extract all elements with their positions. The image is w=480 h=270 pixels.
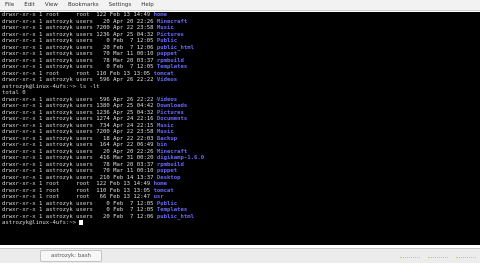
line-text: drwxr-xr-x 1 astrozyk users 7200 Apr 22 …: [2, 129, 157, 135]
line-text: drwxr-xr-x 1 astrozyk users 0 Feb 7 12:0…: [2, 207, 157, 213]
line-text: drwxr-xr-x 1 astrozyk users 70 Mar 11 00…: [2, 51, 157, 57]
cursor: [79, 220, 84, 225]
terminal-tab[interactable]: astrozyk: bash: [40, 250, 103, 262]
line-text: drwxr-xr-x 1 root root 122 Feb 13 14:49: [2, 12, 154, 18]
status-dot: [400, 251, 420, 258]
line-text: drwxr-xr-x 1 root root 110 Feb 13 13:05: [2, 187, 154, 194]
menu-file[interactable]: File: [0, 0, 19, 10]
directory-name: puppet: [156, 168, 178, 174]
menu-help[interactable]: Help: [136, 0, 159, 10]
line-text: drwxr-xr-x 1 astrozyk users 734 Apr 24 2…: [2, 122, 157, 129]
directory-name: home: [153, 12, 168, 18]
line-text: drwxr-xr-x 1 astrozyk users 70 Mar 11 00…: [2, 168, 157, 174]
menu-bar: File Edit View Bookmarks Settings Help: [0, 0, 480, 11]
line-text: drwxr-xr-x 1 astrozyk users 1236 Apr 25 …: [2, 109, 157, 116]
tab-label: astrozyk: bash: [51, 253, 92, 259]
directory-name: Public: [156, 38, 178, 44]
line-text: drwxr-xr-x 1 astrozyk users 0 Feb 7 12:0…: [2, 64, 157, 70]
line-text: drwxr-xr-x 1 astrozyk users 20 Apr 20 22…: [2, 18, 157, 25]
directory-name: Public: [156, 200, 178, 207]
directory-name: Pictures: [156, 31, 184, 38]
directory-name: Templates: [156, 64, 188, 70]
line-text: drwxr-xr-x 1 astrozyk users 416 Mar 31 0…: [2, 155, 157, 161]
line-text: drwxr-xr-x 1 astrozyk users 1236 Apr 25 …: [2, 31, 157, 38]
directory-name: Downloads: [156, 103, 188, 109]
directory-name: Backup: [156, 135, 178, 142]
line-text: drwxr-xr-x 1 astrozyk users 20 Feb 7 12:…: [2, 44, 157, 51]
line-text: drwxr-xr-x 1 astrozyk users 596 Apr 26 2…: [2, 96, 157, 103]
line-text: drwxr-xr-x 1 astrozyk users 0 Feb 7 12:0…: [2, 200, 157, 207]
line-text: drwxr-xr-x 1 root root 110 Feb 13 13:05: [2, 70, 154, 77]
line-text: drwxr-xr-x 1 astrozyk users 596 Apr 26 2…: [2, 77, 157, 83]
directory-name: Music: [156, 129, 174, 135]
directory-name: Videos: [156, 77, 178, 83]
line-text: drwxr-xr-x 1 root root 122 Feb 13 14:49: [2, 181, 154, 187]
menu-edit[interactable]: Edit: [19, 0, 40, 10]
menu-view[interactable]: View: [40, 0, 63, 10]
directory-name: home: [153, 181, 168, 187]
directory-name: tomcat: [153, 70, 174, 77]
directory-name: public_html: [156, 213, 194, 220]
line-text: astrozyk@linux-4ufs:~> ls -lt: [2, 83, 100, 90]
directory-name: public_html: [156, 44, 194, 51]
line-text: drwxr-xr-x 1 astrozyk users 210 Feb 14 1…: [2, 174, 157, 181]
menu-bookmarks[interactable]: Bookmarks: [63, 0, 104, 10]
directory-name: Templates: [156, 207, 188, 213]
line-text: total 0: [2, 90, 26, 96]
directory-name: tomcat: [153, 187, 174, 194]
directory-name: Desktop: [156, 174, 181, 181]
directory-name: Minecraft: [156, 18, 188, 25]
line-text: drwxr-xr-x 1 astrozyk users 0 Feb 7 12:0…: [2, 38, 157, 44]
line-text: drwxr-xr-x 1 astrozyk users 1380 Apr 25 …: [2, 103, 157, 109]
line-text: drwxr-xr-x 1 astrozyk users 18 Apr 22 22…: [2, 135, 157, 142]
terminal-output[interactable]: drwxr-xr-x 1 root root 122 Feb 13 14:49 …: [0, 12, 480, 245]
directory-name: Videos: [156, 96, 178, 103]
directory-name: digikamp-1.6.0: [156, 155, 205, 161]
directory-name: Music: [156, 122, 174, 129]
line-text: drwxr-xr-x 1 astrozyk users 78 Mar 20 03…: [2, 161, 157, 168]
directory-name: rpmbuild: [156, 57, 184, 64]
status-indicators: [400, 251, 476, 258]
line-text: drwxr-xr-x 1 astrozyk users 78 Mar 20 03…: [2, 57, 157, 64]
directory-name: Minecraft: [156, 148, 188, 155]
tab-bar: astrozyk: bash: [0, 248, 480, 263]
directory-name: Pictures: [156, 109, 184, 116]
line-text: drwxr-xr-x 1 astrozyk users 20 Apr 20 22…: [2, 148, 157, 155]
line-text: drwxr-xr-x 1 astrozyk users 7200 Apr 22 …: [2, 25, 157, 31]
line-text: drwxr-xr-x 1 root root 66 Feb 13 12:47: [2, 194, 154, 200]
directory-name: usr: [153, 194, 164, 200]
status-dot: [428, 251, 448, 258]
line-text: drwxr-xr-x 1 astrozyk users 20 Feb 7 12:…: [2, 213, 157, 220]
status-dot: [456, 251, 476, 258]
line-text: drwxr-xr-x 1 astrozyk users 164 Apr 22 0…: [2, 142, 157, 148]
directory-name: puppet: [156, 51, 178, 57]
terminal-line: astrozyk@linux-4ufs:~>: [0, 220, 480, 227]
directory-name: Music: [156, 25, 174, 31]
directory-name: bin: [156, 142, 168, 148]
directory-name: Documents: [156, 116, 188, 122]
directory-name: rpmbuild: [156, 161, 184, 168]
menu-settings[interactable]: Settings: [104, 0, 137, 10]
line-text: astrozyk@linux-4ufs:~>: [2, 220, 80, 226]
line-text: drwxr-xr-x 1 astrozyk users 1274 Apr 24 …: [2, 116, 157, 122]
